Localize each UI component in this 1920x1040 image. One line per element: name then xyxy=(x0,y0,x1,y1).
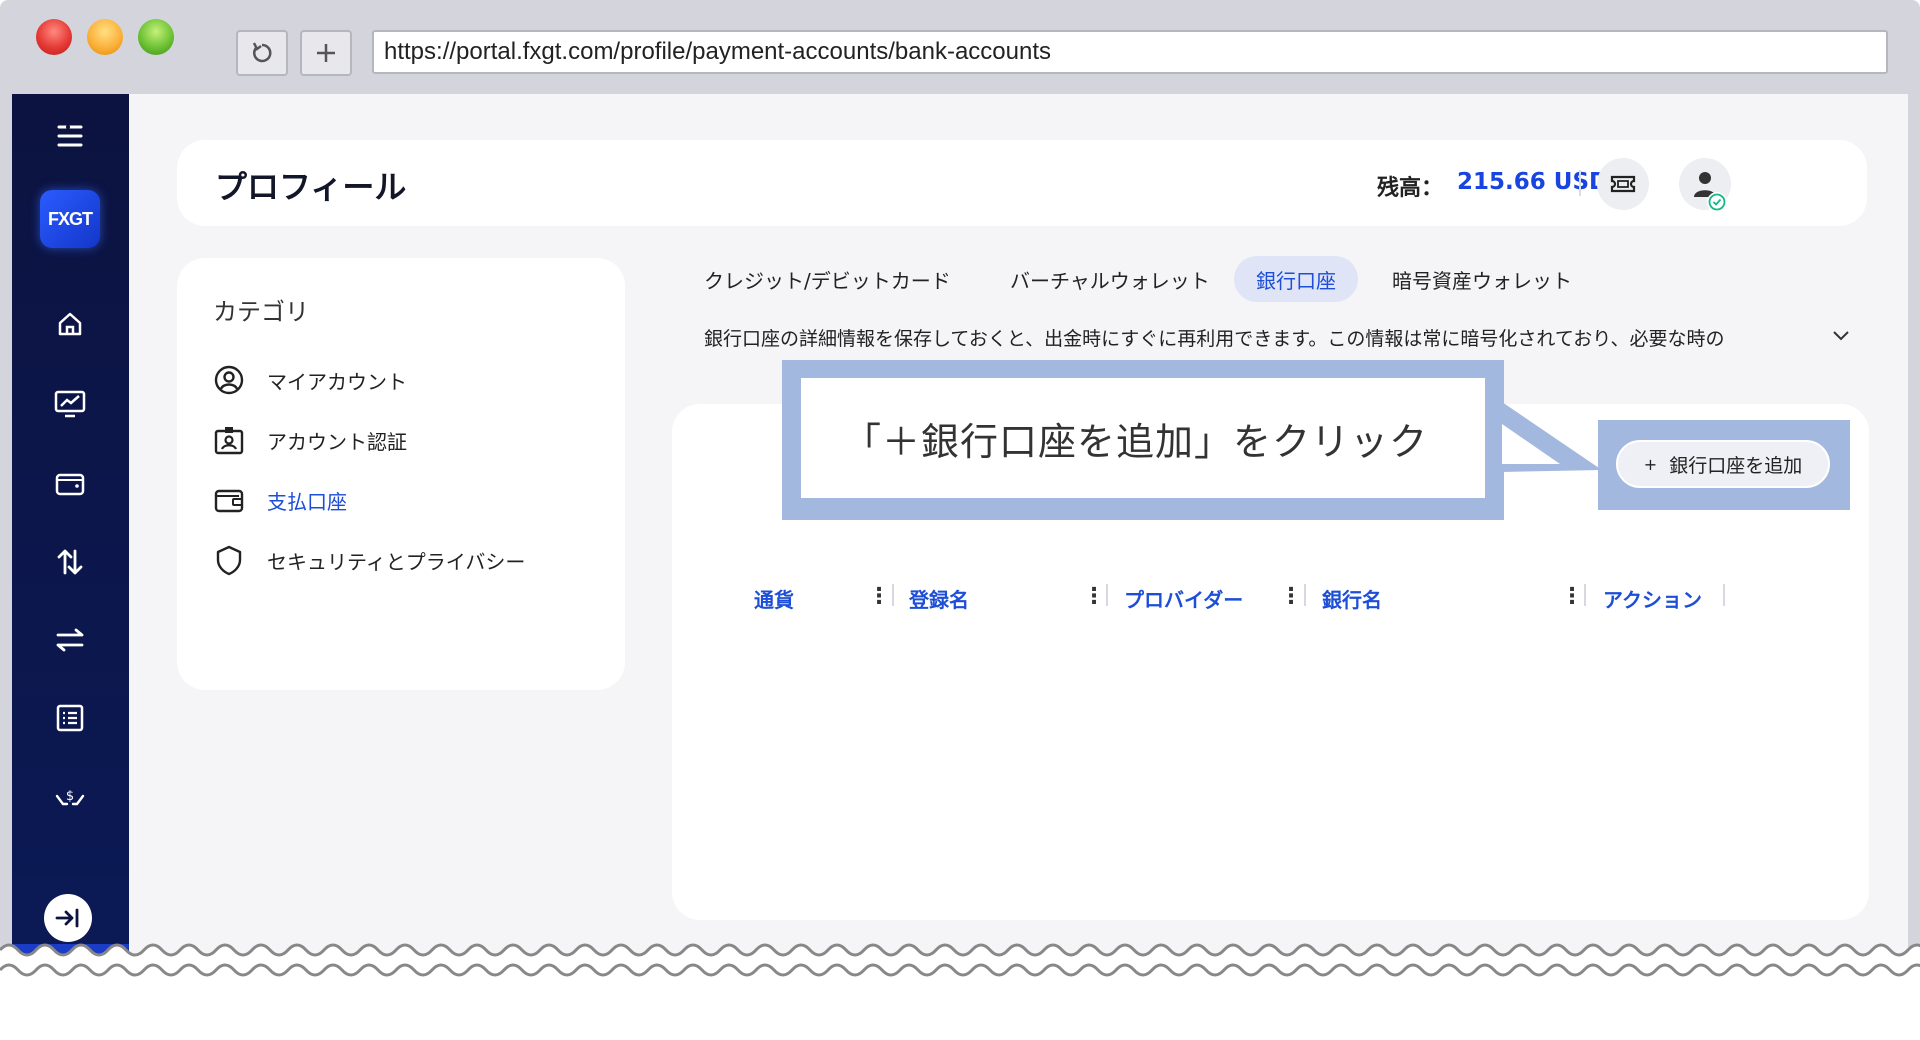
header-card: プロフィール 残高： 215.66 USD xyxy=(177,140,1867,226)
reload-icon xyxy=(252,42,272,63)
home-icon[interactable] xyxy=(50,304,90,344)
column-menu-icon[interactable]: ⋮ xyxy=(1561,584,1583,609)
sidebar: FXGT $ xyxy=(12,94,129,1024)
tab-credit-card[interactable]: クレジット/デビットカード xyxy=(682,256,973,302)
info-text: 銀行口座の詳細情報を保存しておくと、出金時にすぐに再利用できます。この情報は常に… xyxy=(704,328,1725,350)
column-divider xyxy=(892,584,894,606)
browser-window: https://portal.fxgt.com/profile/payment-… xyxy=(0,0,1920,1040)
balance-value: 215.66 USD xyxy=(1457,169,1609,195)
window-maximize-button[interactable] xyxy=(138,19,174,55)
menu-icon[interactable] xyxy=(50,116,90,156)
chart-icon[interactable] xyxy=(50,384,90,424)
column-divider xyxy=(1304,584,1306,606)
column-divider xyxy=(1723,584,1725,606)
add-bank-account-label: 銀行口座を追加 xyxy=(1669,454,1803,477)
category-item-my-account[interactable]: マイアカウント xyxy=(211,360,407,400)
url-text: https://portal.fxgt.com/profile/payment-… xyxy=(384,38,1051,65)
id-card-icon xyxy=(211,422,247,458)
page-title: プロフィール xyxy=(215,168,407,206)
shield-icon xyxy=(211,542,247,578)
plus-icon xyxy=(317,44,335,62)
callout-pointer xyxy=(1502,402,1602,472)
category-item-label: セキュリティとプライバシー xyxy=(267,549,526,574)
address-bar[interactable]: https://portal.fxgt.com/profile/payment-… xyxy=(372,30,1888,74)
reload-button[interactable] xyxy=(236,30,288,76)
column-menu-icon[interactable]: ⋮ xyxy=(868,584,890,609)
column-divider xyxy=(1106,584,1108,606)
column-divider xyxy=(1584,584,1586,606)
chevron-down-icon xyxy=(1833,331,1849,341)
check-circle-icon xyxy=(1708,193,1726,211)
wallet-icon[interactable] xyxy=(50,464,90,504)
category-title: カテゴリ xyxy=(213,298,309,326)
wallet-icon xyxy=(211,482,247,518)
torn-edge-decoration xyxy=(0,943,1920,1040)
fxgt-logo[interactable]: FXGT xyxy=(40,190,100,248)
tab-crypto-wallet[interactable]: 暗号資産ウォレット xyxy=(1370,256,1594,302)
category-item-label: アカウント認証 xyxy=(267,429,407,454)
column-header-currency[interactable]: 通貨 xyxy=(754,584,794,613)
callout-text: 「＋銀行口座を追加」をクリック xyxy=(801,378,1485,498)
column-header-registered-name[interactable]: 登録名 xyxy=(909,584,969,613)
category-item-label: 支払口座 xyxy=(267,489,347,514)
ticket-icon xyxy=(1610,175,1636,193)
verified-badge xyxy=(1707,192,1727,212)
logo-text: FXGT xyxy=(48,208,93,229)
tab-bank-account[interactable]: 銀行口座 xyxy=(1234,256,1358,302)
column-header-bank-name[interactable]: 銀行名 xyxy=(1322,584,1382,613)
balance-label: 残高： xyxy=(1377,176,1444,201)
expand-info-button[interactable] xyxy=(1830,324,1852,350)
column-menu-icon[interactable]: ⋮ xyxy=(1083,584,1105,609)
user-circle-icon xyxy=(211,362,247,398)
transfer-horizontal-icon[interactable] xyxy=(50,620,90,660)
ticket-button[interactable] xyxy=(1597,158,1649,210)
divider xyxy=(1579,170,1581,196)
page-viewport: FXGT $ プロフィール 残高： 215.66 USD カテゴリ マイアカウン… xyxy=(12,94,1908,1024)
collapse-arrow-icon xyxy=(55,908,79,928)
window-close-button[interactable] xyxy=(36,19,72,55)
category-item-verification[interactable]: アカウント認証 xyxy=(211,420,407,460)
category-item-payment-accounts[interactable]: 支払口座 xyxy=(211,480,347,520)
plus-icon: + xyxy=(1643,454,1658,474)
new-tab-button[interactable] xyxy=(300,30,352,76)
add-bank-account-button[interactable]: + 銀行口座を追加 xyxy=(1616,440,1830,488)
column-menu-icon[interactable]: ⋮ xyxy=(1280,584,1302,609)
instruction-callout: 「＋銀行口座を追加」をクリック xyxy=(782,360,1504,520)
category-item-security[interactable]: セキュリティとプライバシー xyxy=(211,540,525,580)
column-header-provider[interactable]: プロバイダー xyxy=(1124,584,1243,613)
list-icon[interactable] xyxy=(50,698,90,738)
hands-dollar-icon[interactable]: $ xyxy=(50,778,90,818)
window-minimize-button[interactable] xyxy=(87,19,123,55)
tab-virtual-wallet[interactable]: バーチャルウォレット xyxy=(988,256,1232,302)
svg-text:$: $ xyxy=(66,789,74,804)
category-card: カテゴリ マイアカウント アカウント認証 支払口座 セキュリティとプライバシー xyxy=(177,258,625,690)
category-item-label: マイアカウント xyxy=(267,369,407,394)
column-header-action[interactable]: アクション xyxy=(1603,584,1702,613)
transfer-vertical-icon[interactable] xyxy=(50,542,90,582)
